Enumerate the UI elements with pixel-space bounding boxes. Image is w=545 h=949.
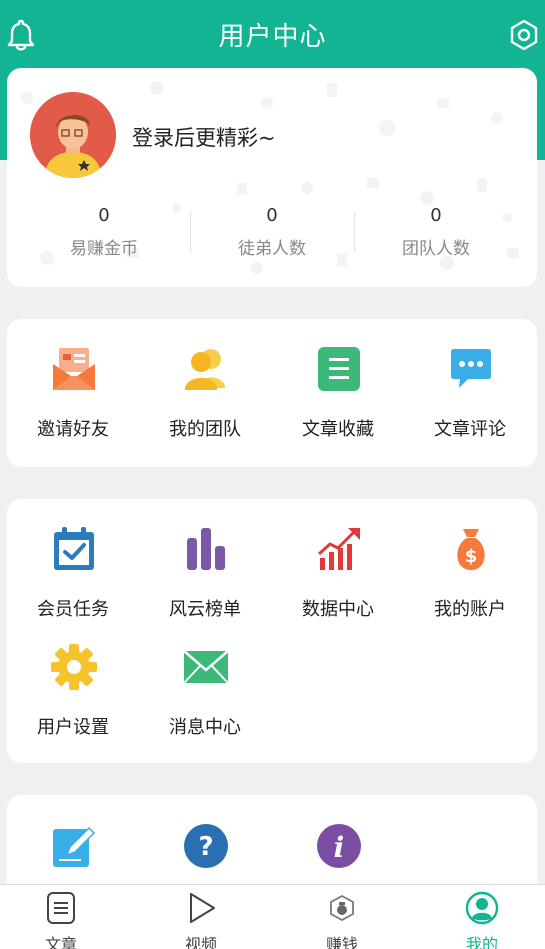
menu-label: 会员任务 (37, 599, 109, 620)
tab-label: 我的 (465, 935, 498, 949)
user-circle-icon (465, 891, 499, 925)
stat-team[interactable]: 0 团队人数 (348, 204, 524, 259)
tab-mine[interactable]: 我的 (414, 885, 545, 949)
stat-value: 0 (266, 205, 278, 226)
menu-label: 我的账户 (434, 599, 506, 620)
invite-friends-item[interactable]: 邀请好友 (7, 346, 139, 456)
article-comment-item[interactable]: 文章评论 (404, 346, 536, 456)
page-title: 用户中心 (218, 22, 327, 52)
member-tasks-item[interactable]: 会员任务 (7, 526, 139, 636)
stat-label: 团队人数 (402, 239, 470, 259)
menu-label: 用户设置 (37, 717, 109, 738)
bottom-tab-bar: 文章 视频 赚钱 我的 (0, 884, 545, 949)
article-collect-item[interactable]: 文章收藏 (272, 346, 404, 456)
tab-label: 视频 (184, 935, 217, 949)
tab-label: 赚钱 (325, 935, 358, 949)
money-shield-icon (325, 891, 359, 925)
profile-card: 登录后更精彩~ 0 易赚金币 0 徒弟人数 0 团队人数 (7, 68, 537, 287)
stat-value: 0 (98, 205, 110, 226)
svg-text:?: ? (198, 832, 213, 862)
ranking-item[interactable]: 风云榜单 (139, 526, 271, 636)
menu-label: 邀请好友 (37, 419, 109, 440)
article-icon (44, 891, 78, 925)
stat-apprentices[interactable]: 0 徒弟人数 (184, 204, 360, 259)
tab-article[interactable]: 文章 (0, 885, 129, 949)
svg-text:$: $ (465, 546, 478, 567)
settings-hexagon-icon[interactable] (509, 18, 539, 52)
data-center-item[interactable]: 数据中心 (272, 526, 404, 636)
document-collect-icon (316, 346, 362, 392)
gear-icon (51, 644, 97, 690)
message-center-item[interactable]: 消息中心 (139, 644, 271, 754)
tab-video[interactable]: 视频 (133, 885, 269, 949)
stat-value: 0 (430, 205, 442, 226)
help-question-icon: ? (183, 823, 229, 869)
edit-pencil-icon (51, 823, 97, 869)
calendar-check-icon (51, 526, 97, 572)
team-users-icon (183, 346, 229, 392)
bar-rank-icon (183, 526, 229, 572)
info-icon: i (316, 823, 362, 869)
tab-label: 文章 (44, 935, 77, 949)
stat-label: 易赚金币 (70, 239, 138, 259)
growth-chart-icon (316, 526, 362, 572)
avatar[interactable] (30, 92, 116, 178)
my-team-item[interactable]: 我的团队 (139, 346, 271, 456)
invite-envelope-icon (51, 346, 97, 392)
menu-label: 我的团队 (169, 419, 241, 440)
tab-earn[interactable]: 赚钱 (274, 885, 410, 949)
login-prompt[interactable]: 登录后更精彩~ (132, 122, 276, 152)
function-menu-card: 会员任务 风云榜单 数据中心 $ 我的账户 用户设置 消息中心 (7, 499, 537, 763)
stats-row: 0 易赚金币 0 徒弟人数 0 团队人数 (7, 204, 537, 264)
stat-coins[interactable]: 0 易赚金币 (16, 204, 192, 259)
menu-label: 消息中心 (169, 717, 241, 738)
menu-label: 文章评论 (434, 419, 506, 440)
menu-label: 风云榜单 (169, 599, 241, 620)
menu-label: 数据中心 (302, 599, 374, 620)
svg-text:i: i (334, 831, 345, 864)
user-settings-item[interactable]: 用户设置 (7, 644, 139, 754)
stat-label: 徒弟人数 (238, 239, 306, 259)
comment-bubble-icon (448, 346, 494, 392)
my-account-item[interactable]: $ 我的账户 (404, 526, 536, 636)
quick-menu-card: 邀请好友 我的团队 文章收藏 文章评论 (7, 319, 537, 467)
money-bag-icon: $ (448, 526, 494, 572)
play-icon (184, 891, 218, 925)
mail-icon (183, 644, 229, 690)
menu-label: 文章收藏 (302, 419, 374, 440)
app-header: 用户中心 (0, 0, 545, 68)
